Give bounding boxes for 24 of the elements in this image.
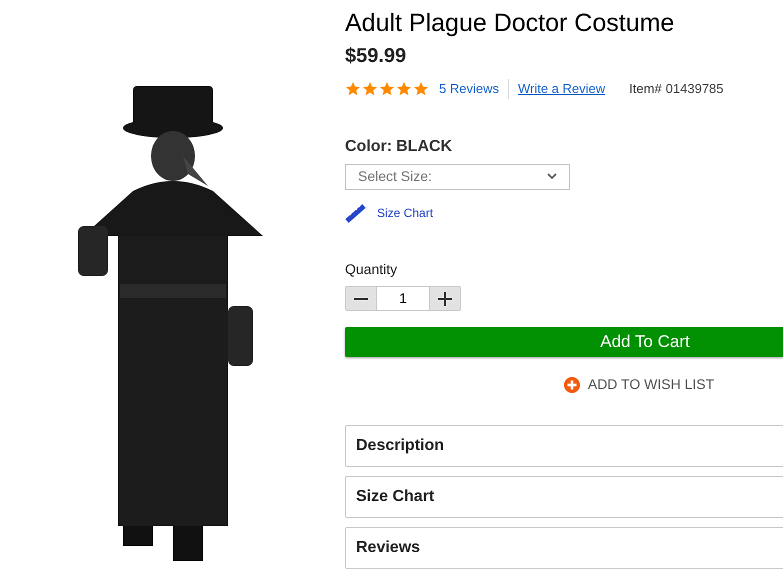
write-review-link[interactable]: Write a Review: [518, 79, 606, 98]
ruler-icon: [345, 203, 367, 224]
product-title: Adult Plague Doctor Costume: [345, 8, 674, 38]
chevron-down-icon: [547, 173, 557, 180]
color-value: BLACK: [396, 136, 452, 156]
accordion-header[interactable]: Description: [345, 425, 783, 467]
product-price: $59.99: [345, 44, 406, 69]
wish-list-link[interactable]: ADD TO WISH LIST: [588, 374, 714, 395]
color-label: Color:: [345, 136, 392, 156]
decrease-button[interactable]: [345, 286, 377, 311]
add-to-cart-button[interactable]: Add To Cart: [345, 326, 783, 357]
quantity-field[interactable]: 1: [377, 286, 429, 311]
quantity-label: Quantity: [345, 260, 398, 280]
size-select[interactable]: Select Size:: [345, 164, 570, 190]
minus-icon: [354, 298, 368, 300]
plus-circle-icon: [564, 376, 580, 392]
plus-icon: [438, 292, 452, 306]
accordion-header[interactable]: Reviews: [345, 527, 783, 569]
reviews-link[interactable]: 5 Reviews: [439, 79, 509, 98]
item-label: Item#: [629, 80, 662, 98]
increase-button[interactable]: [429, 286, 461, 311]
accordion-header[interactable]: Size Chart: [345, 476, 783, 518]
size-chart-link[interactable]: Size Chart: [377, 204, 434, 222]
item-number: 01439785: [666, 80, 724, 98]
